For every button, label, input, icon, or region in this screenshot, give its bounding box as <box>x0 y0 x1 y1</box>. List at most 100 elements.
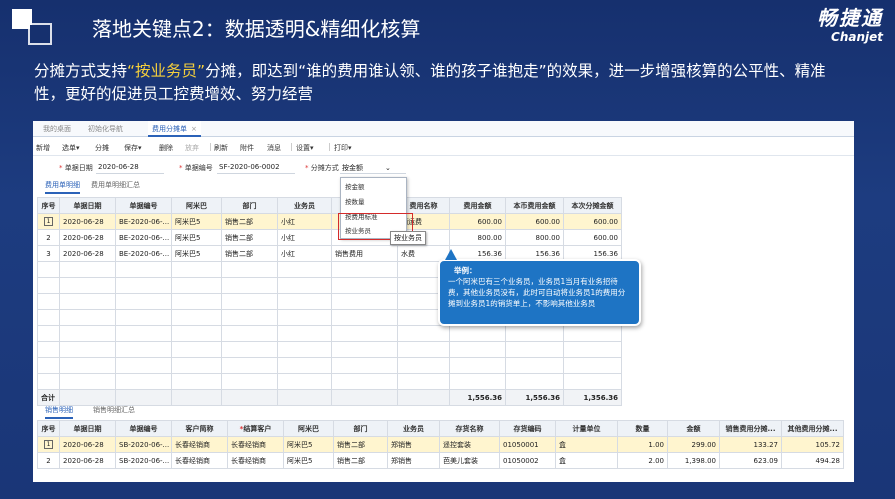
row-number: 1 <box>43 440 54 449</box>
table-row[interactable]: 2 2020-06-28 SB-2020-06-... 长春经销商 长春经销商 阿米巴5 销… <box>37 452 844 469</box>
table-cell <box>331 325 398 342</box>
save-label: 保存 <box>124 144 138 152</box>
delete-button[interactable]: 删除 <box>159 143 173 153</box>
chevron-down-icon[interactable]: ⌄ <box>385 164 391 172</box>
table-cell <box>397 341 450 358</box>
table-cell: 2020-06-28 <box>59 452 116 469</box>
code-field[interactable]: SF-2020-06-0002 <box>219 163 280 171</box>
column-header[interactable]: 业务员 <box>387 420 440 437</box>
select-doc-button[interactable]: 选单▾ <box>62 143 80 153</box>
row-number: 2 <box>46 456 51 465</box>
empty-row[interactable] <box>37 373 622 390</box>
method-select[interactable]: 按金额 ⌄ <box>342 163 391 173</box>
table-cell: 阿米巴5 <box>171 213 222 230</box>
column-header[interactable]: 序号 <box>37 197 60 214</box>
column-header[interactable]: 单据日期 <box>59 197 116 214</box>
table-cell: 800.00 <box>505 229 564 246</box>
table-cell: 阿米巴5 <box>171 245 222 262</box>
table-cell <box>115 309 172 326</box>
column-header[interactable]: 阿米巴 <box>171 197 222 214</box>
settings-button[interactable]: 设置▾ <box>296 143 314 153</box>
new-button[interactable]: 新增 <box>36 143 50 153</box>
table-cell <box>115 357 172 374</box>
tab-init-guide[interactable]: 初始化导航 <box>88 124 123 134</box>
tab-sales-summary[interactable]: 销售明细汇总 <box>93 405 135 415</box>
column-header[interactable]: 业务员 <box>277 197 332 214</box>
tab-sales-detail[interactable]: 销售明细 <box>45 405 73 419</box>
row-number: 2 <box>46 233 51 242</box>
table-cell <box>221 293 278 310</box>
table-cell <box>563 341 622 358</box>
table-cell <box>505 373 564 390</box>
column-header[interactable]: 本币费用金额 <box>505 197 564 214</box>
column-header[interactable]: 销售费用分摊... <box>719 420 782 437</box>
column-header[interactable]: 单据编号 <box>115 420 172 437</box>
column-header[interactable]: 部门 <box>221 197 278 214</box>
column-header[interactable]: 费用金额 <box>449 197 506 214</box>
table-cell: 阿米巴5 <box>283 436 334 453</box>
column-header[interactable]: 数量 <box>617 420 668 437</box>
chevron-down-icon: ▾ <box>310 144 314 152</box>
save-button[interactable]: 保存▾ <box>124 143 142 153</box>
column-header[interactable]: 本次分摊金额 <box>563 197 622 214</box>
table-cell <box>59 389 116 406</box>
subtitle-pre: 分摊方式支持 <box>34 62 128 80</box>
table-cell <box>277 341 332 358</box>
table-cell: 1.00 <box>617 436 668 453</box>
discard-button[interactable]: 放弃 <box>185 143 199 153</box>
table-cell: 2 <box>37 452 60 469</box>
allocate-button[interactable]: 分摊 <box>95 143 109 153</box>
table-cell: 郑销售 <box>387 436 440 453</box>
table-cell <box>37 277 60 294</box>
table-cell: 长春经销商 <box>227 452 284 469</box>
tab-desktop[interactable]: 我的桌面 <box>43 124 71 134</box>
date-field[interactable]: 2020-06-28 <box>98 163 139 171</box>
table-cell: SB-2020-06-... <box>115 436 172 453</box>
table-cell <box>59 325 116 342</box>
column-header[interactable]: 部门 <box>333 420 388 437</box>
table-cell <box>59 277 116 294</box>
table-cell: 2020-06-28 <box>59 436 116 453</box>
table-cell <box>331 309 398 326</box>
empty-row[interactable] <box>37 357 622 374</box>
column-header[interactable]: 单据日期 <box>59 420 116 437</box>
tab-expense-detail[interactable]: 费用单明细 <box>45 180 80 194</box>
column-header[interactable]: 单据编号 <box>115 197 172 214</box>
table-cell: SB-2020-06-... <box>115 452 172 469</box>
message-button[interactable]: 消息 <box>267 143 281 153</box>
column-header[interactable]: 序号 <box>37 420 60 437</box>
total-value: 1,556.36 <box>505 389 564 406</box>
table-cell <box>221 325 278 342</box>
column-header[interactable]: 阿米巴 <box>283 420 334 437</box>
option-by-quantity[interactable]: 按数量 <box>345 196 365 206</box>
attachment-button[interactable]: 附件 <box>240 143 254 153</box>
slide-logo-icon <box>12 9 52 45</box>
column-header[interactable]: 存货名称 <box>439 420 500 437</box>
empty-row[interactable] <box>37 325 622 342</box>
column-header[interactable]: *结算客户 <box>227 420 284 437</box>
column-header[interactable]: 计量单位 <box>555 420 618 437</box>
table-cell <box>277 309 332 326</box>
column-header[interactable]: 存货编码 <box>499 420 556 437</box>
empty-row[interactable] <box>37 341 622 358</box>
close-icon[interactable]: × <box>191 125 197 133</box>
option-by-amount[interactable]: 按金额 <box>345 181 365 191</box>
table-row[interactable]: 1 2020-06-28 SB-2020-06-... 长春经销商 长春经销商 阿米巴5 销… <box>37 436 844 453</box>
table-cell <box>449 373 506 390</box>
column-header[interactable]: 金额 <box>667 420 720 437</box>
table-cell: 长春经销商 <box>171 436 228 453</box>
table-row[interactable]: 2 2020-06-28 BE-2020-06-... 阿米巴5 销售二部 小红 800.0… <box>37 229 622 246</box>
tab-expense-allocation[interactable]: 费用分摊单 × <box>148 121 201 137</box>
column-header[interactable]: 客户简称 <box>171 420 228 437</box>
column-header[interactable]: 其他费用分摊... <box>781 420 844 437</box>
refresh-button[interactable]: 刷新 <box>214 143 228 153</box>
tab-expense-summary[interactable]: 费用单明细汇总 <box>91 180 140 190</box>
table-row[interactable]: 1 2020-06-28 BE-2020-06-... 阿米巴5 销售二部 小红 销运费 60… <box>37 213 622 230</box>
print-button[interactable]: 打印▾ <box>334 143 352 153</box>
table-cell: 芭美儿套装 <box>439 452 500 469</box>
table-cell: 盒 <box>555 436 618 453</box>
table-cell <box>277 293 332 310</box>
table-cell <box>563 325 622 342</box>
app-window: 我的桌面 初始化导航 费用分摊单 × 新增 选单▾ 分摊 保存▾ 删除 放弃 刷新… <box>33 121 854 482</box>
table-cell: 销售二部 <box>221 245 278 262</box>
